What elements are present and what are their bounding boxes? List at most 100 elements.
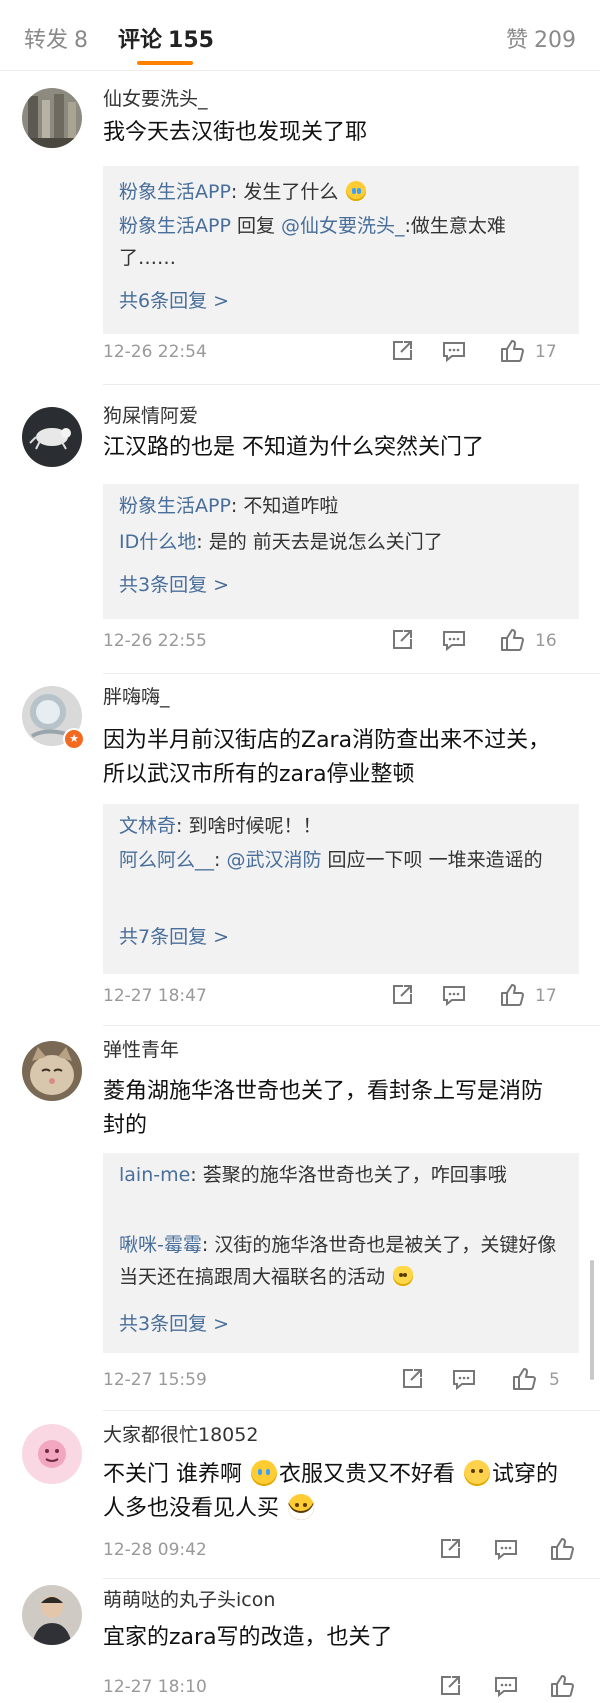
avatar[interactable] [22, 407, 82, 467]
comment-icon[interactable] [493, 1673, 519, 1699]
reply-box[interactable]: 粉象生活APP: 发生了什么 粉象生活APP 回复 @仙女要洗头_:做生意太难了… [103, 166, 579, 334]
reply-mention[interactable]: @武汉消防 [226, 849, 321, 871]
tab-likes[interactable]: 赞 209 [506, 22, 576, 54]
more-replies-link[interactable]: 共3条回复 > [119, 570, 229, 597]
comment-text: 宜家的zara写的改造，也关了 [103, 1625, 393, 1650]
comment-actions [437, 1536, 579, 1566]
reply-separator: : [230, 495, 244, 517]
comment-icon[interactable] [441, 627, 467, 653]
comment-text: 我今天去汉街也发现关了耶 [103, 120, 368, 145]
reply-username[interactable]: 文林奇 [119, 815, 176, 837]
comment-meta: 12-26 22:55 16 [103, 627, 579, 657]
share-icon[interactable] [399, 1366, 425, 1392]
reply-username[interactable]: ID什么地 [119, 531, 196, 553]
like-count: 17 [535, 342, 557, 362]
comment-icon[interactable] [441, 338, 467, 364]
avatar[interactable] [22, 1585, 82, 1645]
tab-likes-label: 赞 [505, 28, 528, 53]
active-tab-indicator [137, 61, 193, 65]
comment-meta: 12-26 22:54 17 [103, 338, 579, 368]
comment-username[interactable]: 大家都很忙18052 [103, 1420, 258, 1447]
comment-item: 狗屎情阿爱 江汉路的也是 不知道为什么突然关门了 粉象生活APP: 不知道咋啦 … [0, 395, 600, 680]
reply-box[interactable]: lain-me: 荟聚的施华洛世奇也关了，咋回事哦 啾咪-霉霉: 汉街的施华洛世… [103, 1153, 579, 1353]
reply-separator: : [214, 849, 227, 871]
tab-likes-count: 209 [534, 28, 576, 53]
reply-separator: 回复 [230, 215, 282, 237]
divider [103, 384, 600, 385]
avatar[interactable] [22, 1041, 82, 1101]
thumbs-up-icon[interactable] [499, 627, 525, 653]
comment-text: 不关门 谁养啊 衣服又贵又不好看 试穿的人多也没看见人买 [103, 1458, 563, 1526]
shush-emoji-icon [464, 1460, 490, 1486]
comment-item: 弹性青年 菱角湖施华洛世奇也关了，看封条上写是消防封的 lain-me: 荟聚的… [0, 1035, 600, 1411]
thumbs-up-icon[interactable] [549, 1536, 575, 1562]
thumbs-up-icon[interactable] [549, 1673, 575, 1699]
scrollbar[interactable] [590, 1260, 594, 1380]
reply-username[interactable]: 粉象生活APP [119, 495, 231, 517]
reply-mention[interactable]: @仙女要洗头_ [281, 215, 405, 237]
comment-item: ★ 胖嗨嗨_ 因为半月前汉街店的Zara消防查出来不过关，所以武汉市所有的zar… [0, 682, 600, 1027]
comment-icon[interactable] [451, 1366, 477, 1392]
reply-item: ID什么地: 是的 前天去是说怎么关门了 [119, 526, 559, 558]
comment-username[interactable]: 弹性青年 [103, 1035, 179, 1062]
reply-text: 发生了什么 [243, 181, 345, 203]
comment-text: 因为半月前汉街店的Zara消防查出来不过关，所以武汉市所有的zara停业整顿 [103, 728, 551, 787]
reply-text: 是的 前天去是说怎么关门了 [208, 531, 443, 553]
comment-meta: 12-27 15:59 5 [103, 1366, 579, 1396]
comment-meta: 12-27 18:10 [103, 1673, 579, 1703]
comment-icon[interactable] [493, 1536, 519, 1562]
reply-username[interactable]: lain-me [119, 1164, 190, 1186]
reply-username[interactable]: 粉象生活APP [119, 215, 231, 237]
reply-username[interactable]: 啾咪-霉霉 [119, 1234, 202, 1256]
divider [103, 1410, 600, 1411]
share-icon[interactable] [389, 338, 415, 364]
reply-box[interactable]: 文林奇: 到啥时候呢！！ 阿么阿么__: @武汉消防 回应一下呗 一堆来造谣的 … [103, 804, 579, 974]
reply-item: 粉象生活APP: 不知道咋啦 [119, 490, 559, 522]
tab-comments[interactable]: 评论 155 [118, 22, 214, 54]
comment-username[interactable]: 胖嗨嗨_ [103, 682, 170, 709]
tab-comments-label: 评论 [118, 28, 163, 53]
divider [103, 1578, 600, 1579]
reply-username[interactable]: 阿么阿么__ [119, 849, 214, 871]
comment-meta: 12-27 18:47 17 [103, 982, 579, 1012]
comment-time: 12-26 22:54 [103, 342, 207, 362]
laugh-cry-emoji-icon [251, 1460, 277, 1486]
comment-username[interactable]: 萌萌哒的丸子头icon [103, 1585, 275, 1612]
divider [103, 1025, 600, 1026]
reply-separator: : [230, 181, 244, 203]
tab-comments-count: 155 [168, 28, 214, 53]
comment-time: 12-27 18:47 [103, 986, 207, 1006]
comment-username[interactable]: 仙女要洗头_ [103, 84, 208, 111]
avatar[interactable] [22, 88, 82, 148]
comment-meta: 12-28 09:42 [103, 1536, 579, 1566]
reply-item: 文林奇: 到啥时候呢！！ [119, 810, 559, 842]
thumbs-up-icon[interactable] [511, 1366, 537, 1392]
more-replies-link[interactable]: 共3条回复 > [119, 1309, 229, 1336]
comment-time: 12-26 22:55 [103, 631, 207, 651]
reply-box[interactable]: 粉象生活APP: 不知道咋啦 ID什么地: 是的 前天去是说怎么关门了 共3条回… [103, 484, 579, 619]
tab-repost[interactable]: 转发 8 [24, 22, 88, 54]
share-icon[interactable] [437, 1536, 463, 1562]
share-icon[interactable] [389, 627, 415, 653]
comment-actions: 5 [399, 1366, 579, 1396]
comment-username[interactable]: 狗屎情阿爱 [103, 401, 198, 428]
thumbs-up-icon[interactable] [499, 982, 525, 1008]
reply-item: 啾咪-霉霉: 汉街的施华洛世奇也是被关了，关键好像当天还在搞跟周大福联名的活动 [119, 1229, 559, 1293]
comment-actions: 17 [389, 338, 579, 368]
comment-tabs: 转发 8 评论 155 赞 209 [0, 0, 600, 71]
more-replies-link[interactable]: 共7条回复 > [119, 922, 229, 949]
comment-time: 12-28 09:42 [103, 1540, 207, 1560]
reply-username[interactable]: 粉象生活APP [119, 181, 231, 203]
comment-item: 萌萌哒的丸子头icon 宜家的zara写的改造，也关了 12-27 18:10 [0, 1585, 600, 1700]
comment-icon[interactable] [441, 982, 467, 1008]
more-replies-link[interactable]: 共6条回复 > [119, 286, 229, 313]
thumbs-up-icon[interactable] [499, 338, 525, 364]
divider [103, 673, 600, 674]
comment-item: 仙女要洗头_ 我今天去汉街也发现关了耶 粉象生活APP: 发生了什么 粉象生活A… [0, 80, 600, 385]
grin-emoji-icon [288, 1494, 314, 1520]
like-count: 5 [549, 1370, 560, 1390]
share-icon[interactable] [437, 1673, 463, 1699]
avatar[interactable] [22, 1424, 82, 1484]
laugh-cry-emoji-icon [346, 181, 367, 201]
share-icon[interactable] [389, 982, 415, 1008]
